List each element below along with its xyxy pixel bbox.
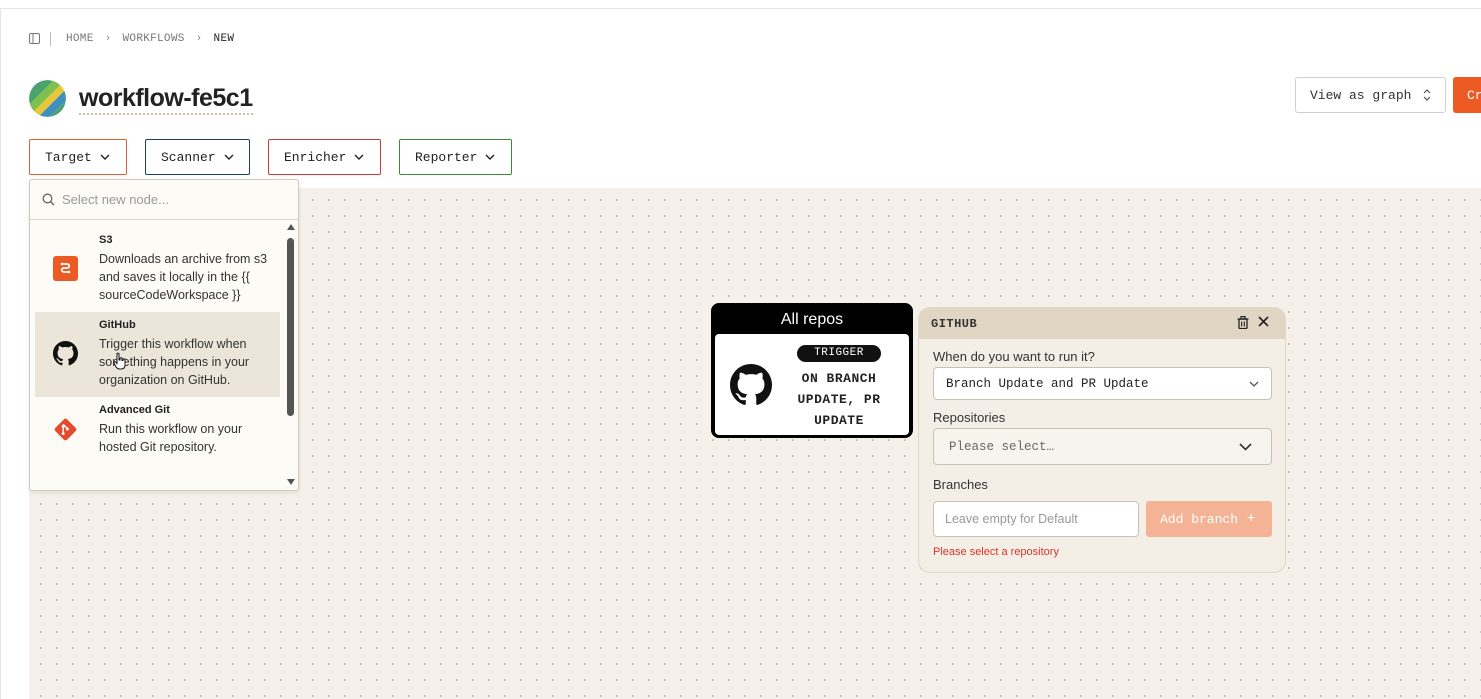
breadcrumb-workflows[interactable]: WORKFLOWS (123, 33, 185, 45)
top-divider (0, 8, 1481, 9)
node-option-advanced-git[interactable]: Advanced Git Run this workflow on your h… (35, 397, 280, 464)
breadcrumb-home[interactable]: HOME (66, 33, 94, 45)
git-icon (53, 417, 78, 442)
node-option-desc: Downloads an archive from s3 and saves i… (99, 252, 268, 302)
github-config-panel: GITHUB When do you want to run it? Branc… (918, 307, 1286, 573)
run-label: When do you want to run it? (933, 349, 1095, 364)
node-search-input[interactable] (62, 192, 282, 207)
dropdown-scrollbar[interactable] (284, 221, 298, 489)
breadcrumb-new: NEW (213, 33, 235, 45)
github-panel-header: GITHUB (919, 308, 1285, 339)
add-branch-label: Add branch (1160, 511, 1239, 527)
breadcrumb: HOME › WORKFLOWS › NEW (29, 32, 234, 46)
page: HOME › WORKFLOWS › NEW workflow-fe5c1 Vi… (0, 0, 1481, 699)
repositories-placeholder: Please select… (949, 439, 1055, 454)
github-panel-title: GITHUB (931, 316, 978, 331)
hand-cursor-icon (113, 352, 126, 370)
title-row: workflow-fe5c1 (29, 80, 253, 117)
view-as-graph-select[interactable]: View as graph (1295, 77, 1446, 113)
s3-icon (53, 256, 78, 281)
node-option-s3[interactable]: S3 Downloads an archive from s3 and save… (35, 227, 280, 312)
breadcrumb-divider (50, 32, 51, 46)
trigger-node-body: TRIGGER ON BRANCH UPDATE, PR UPDATE (715, 334, 909, 435)
create-button[interactable]: Cr (1453, 77, 1481, 113)
panel-actions (1237, 316, 1271, 330)
repository-error: Please select a repository (933, 546, 1059, 558)
scrollbar-thumb[interactable] (287, 238, 294, 416)
github-icon (53, 341, 78, 366)
branch-input[interactable] (933, 501, 1139, 537)
node-options-list: S3 Downloads an archive from s3 and save… (30, 221, 286, 490)
enricher-label: Enricher (284, 149, 347, 165)
trigger-node-title: All repos (780, 311, 844, 328)
sidebar-toggle-icon[interactable] (29, 33, 41, 45)
repositories-select[interactable]: Please select… (933, 428, 1272, 465)
workflow-avatar (29, 80, 66, 117)
chevron-down-icon (100, 154, 110, 160)
repositories-label: Repositories (933, 410, 1006, 425)
close-icon[interactable] (1258, 316, 1271, 330)
node-option-github[interactable]: GitHub Trigger this workflow when someth… (35, 312, 280, 397)
left-divider (0, 8, 1, 699)
workflow-title[interactable]: workflow-fe5c1 (79, 83, 253, 115)
trigger-badge: TRIGGER (797, 345, 881, 362)
chevron-down-icon (1239, 443, 1252, 451)
search-icon (42, 193, 55, 206)
node-option-name: Advanced Git (99, 404, 170, 416)
enricher-menu-button[interactable]: Enricher (268, 139, 381, 175)
plus-icon: + (1247, 511, 1256, 527)
node-search-bar (30, 180, 298, 220)
reporter-label: Reporter (415, 149, 478, 165)
trigger-node-text: ON BRANCH UPDATE, PR UPDATE (797, 371, 881, 428)
reporter-menu-button[interactable]: Reporter (399, 139, 512, 175)
scanner-menu-button[interactable]: Scanner (145, 139, 250, 175)
view-as-graph-label: View as graph (1310, 87, 1412, 103)
node-option-name: GitHub (99, 319, 136, 331)
run-trigger-select[interactable]: Branch Update and PR Update (933, 367, 1272, 400)
node-option-name: S3 (99, 234, 113, 246)
chevron-right-icon: › (195, 33, 203, 45)
chevron-down-icon (485, 154, 495, 160)
chevron-down-icon (1249, 381, 1259, 387)
github-icon (730, 364, 772, 405)
target-menu-button[interactable]: Target (29, 139, 127, 175)
add-branch-button[interactable]: Add branch + (1146, 501, 1272, 537)
scroll-up-icon[interactable] (287, 224, 295, 230)
scanner-label: Scanner (161, 149, 216, 165)
scroll-down-icon[interactable] (287, 479, 295, 485)
trigger-node[interactable]: All repos TRIGGER ON BRANCH UPDATE, PR U… (711, 303, 913, 438)
node-select-dropdown: S3 Downloads an archive from s3 and save… (29, 179, 299, 491)
branches-label: Branches (933, 477, 988, 492)
node-option-desc: Run this workflow on your hosted Git rep… (99, 422, 243, 454)
chevron-down-icon (224, 154, 234, 160)
chevron-down-icon (354, 154, 364, 160)
chevron-right-icon: › (104, 33, 112, 45)
target-label: Target (45, 149, 92, 165)
chevron-up-down-icon (1423, 89, 1431, 101)
trash-icon[interactable] (1237, 316, 1250, 330)
run-trigger-value: Branch Update and PR Update (946, 376, 1149, 391)
